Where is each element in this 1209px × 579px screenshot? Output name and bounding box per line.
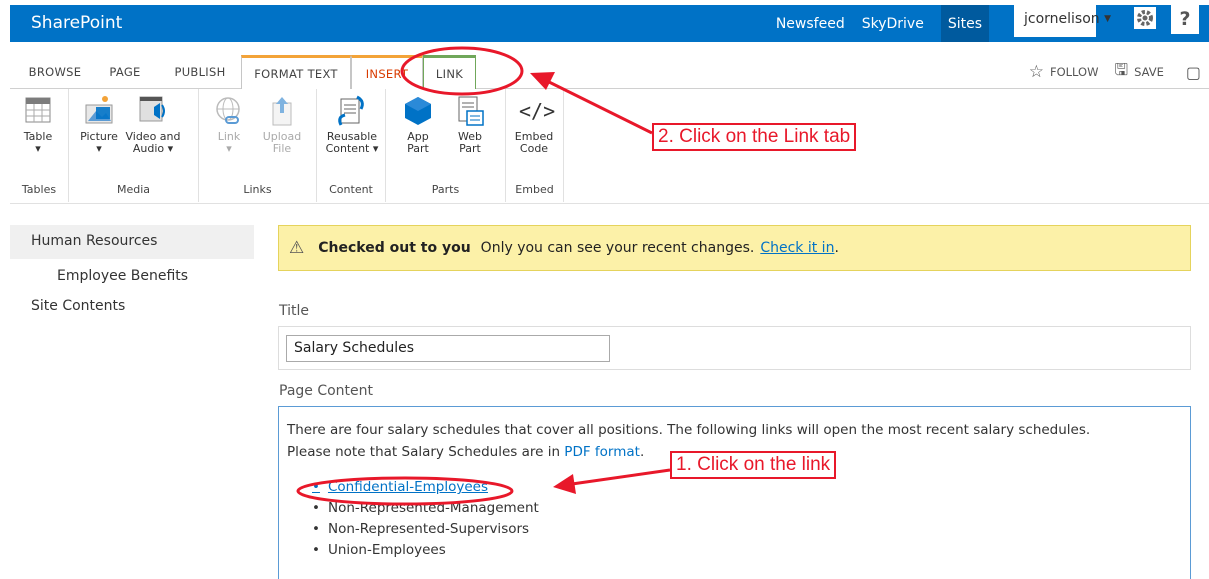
reusable-content-button[interactable]: Reusable Content ▾ [323,95,381,155]
reusable-content-icon [337,95,367,127]
check-in-link[interactable]: Check it in [760,240,834,256]
app-part-button[interactable]: App Part [396,95,440,155]
group-media: Picture ▾ Video and Audio ▾ Media [69,89,199,202]
nav-item-site-contents[interactable]: Site Contents [10,293,254,314]
tab-link[interactable]: LINK [423,55,476,89]
table-label: Table [23,130,53,143]
app-part-label: App Part [407,130,429,155]
tab-page[interactable]: PAGE [100,55,150,89]
link-label: Link [217,130,241,143]
sites-link[interactable]: Sites [940,5,989,42]
user-name: jcornelison [1024,10,1100,27]
paragraph-2-end: . [639,444,645,460]
web-part-label: Web Part [458,130,482,155]
newsfeed-link[interactable]: Newsfeed [776,16,845,32]
group-label: Links [243,183,272,196]
gear-icon[interactable] [1134,7,1156,29]
table-button[interactable]: Table ▾ [16,95,60,155]
tab-format-text[interactable]: FORMAT TEXT [241,55,351,89]
warning-icon: ⚠ [289,238,305,258]
group-parts: App Part Web Part Parts [386,89,506,202]
paragraph-1: There are four salary schedules that cov… [287,422,1091,438]
title-label: Title [279,303,310,319]
callout-step-2: 2. Click on the Link tab [652,123,857,151]
picture-button[interactable]: Picture ▾ [77,95,121,155]
page-content-label: Page Content [279,383,374,399]
table-icon [23,95,53,127]
upload-icon [267,95,297,127]
tab-publish[interactable]: PUBLISH [165,55,235,89]
help-icon[interactable]: ? [1171,4,1199,34]
group-tables: Table ▾ Tables [10,89,69,202]
list-item: Non-Represented-Management [325,498,1182,519]
web-part-button[interactable]: Web Part [448,95,492,155]
video-audio-icon [138,95,168,127]
group-embed: </> Embed Code Embed [506,89,564,202]
globe-link-icon [214,95,244,127]
app-part-icon [403,95,433,127]
web-part-icon [455,95,485,127]
group-label: Content [329,183,373,196]
ribbon-tabs: BROWSE PAGE PUBLISH FORMAT TEXT INSERT L… [10,42,1209,89]
list-item: Union-Employees [325,540,1182,561]
group-label: Parts [431,183,460,196]
focus-icon[interactable]: ▢ [1186,63,1201,82]
link-button[interactable]: Link ▾ [207,95,251,155]
ribbon: Table ▾ Tables Picture ▾ Video and Audio ▾… [10,89,1209,204]
upload-file-button[interactable]: Upload File [257,95,307,155]
video-audio-label: Video and Audio [125,130,181,155]
group-links: Link ▾ Upload File Links [199,89,317,202]
pdf-format-link[interactable]: PDF format [564,444,640,460]
embed-code-label: Embed Code [514,130,554,155]
title-input[interactable]: Salary Schedules [286,335,610,362]
nav-item-human-resources[interactable]: Human Resources [10,225,254,259]
list-item-link[interactable]: Confidential-Employees [325,477,1182,498]
sharepoint-brand[interactable]: SharePoint [31,13,122,33]
skydrive-link[interactable]: SkyDrive [862,16,924,32]
star-icon[interactable]: ☆ [1029,62,1044,82]
save-icon[interactable]: 🖫 [1114,59,1128,86]
tab-insert[interactable]: INSERT [351,55,423,89]
group-label: Embed [515,183,554,196]
group-label: Media [116,183,151,196]
upload-file-label: Upload File [262,130,302,155]
page-content-editor[interactable]: There are four salary schedules that cov… [278,406,1191,579]
salary-schedule-list: Confidential-Employees Non-Represented-M… [287,477,1182,561]
paragraph-2-text: Please note that Salary Schedules are in [287,444,560,460]
picture-icon [84,95,114,127]
tab-browse[interactable]: BROWSE [23,55,87,89]
title-field-container: Salary Schedules [278,326,1191,370]
status-end: . [834,240,839,256]
suite-links: Newsfeed SkyDrive Sites [759,5,989,42]
code-icon: </> [519,99,556,123]
save-button[interactable]: SAVE [1134,65,1164,79]
checkout-status-bar: ⚠ Checked out to you Only you can see yo… [278,225,1191,271]
follow-button[interactable]: FOLLOW [1050,65,1099,79]
chevron-down-icon: ▼ [1104,13,1112,24]
embed-code-button[interactable]: </> Embed Code [512,95,556,155]
status-message: Only you can see your recent changes. [480,240,755,256]
left-navigation: Human Resources Employee Benefits Site C… [10,225,254,314]
group-label: Tables [21,183,57,196]
user-menu[interactable]: jcornelison ▼ [1014,0,1111,37]
page-actions: ☆ FOLLOW 🖫 SAVE ▢ [1023,55,1201,89]
list-item: Non-Represented-Supervisors [325,519,1182,540]
status-bold: Checked out to you [318,240,471,256]
picture-label: Picture [80,130,118,143]
video-audio-button[interactable]: Video and Audio ▾ [125,95,181,155]
callout-step-1: 1. Click on the link [670,451,837,479]
group-content: Reusable Content ▾ Content [317,89,386,202]
nav-item-employee-benefits[interactable]: Employee Benefits [10,259,254,293]
reusable-content-label: Reusable Content [325,130,378,155]
